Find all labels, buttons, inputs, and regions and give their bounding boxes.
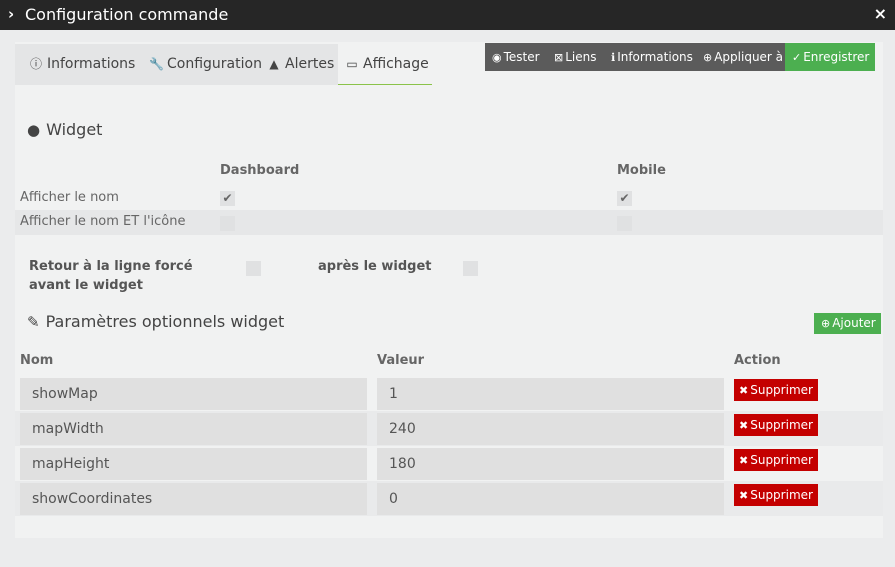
tab-label: Alertes <box>285 56 335 72</box>
check-circle-icon: ✓ <box>792 51 802 64</box>
param-row: showMap 1 ✖ Supprimer <box>15 376 883 411</box>
supprimer-button[interactable]: ✖ Supprimer <box>734 379 818 401</box>
liens-button[interactable]: ⊠ Liens <box>547 43 604 71</box>
linebreak-before-checkbox[interactable] <box>246 261 261 276</box>
wrench-icon: 🔧 <box>149 57 164 71</box>
plus-circle-icon: ⊕ <box>703 51 713 64</box>
param-row: showCoordinates 0 ✖ Supprimer <box>15 481 883 516</box>
times-icon: ✖ <box>739 419 749 432</box>
widget-row-afficher-nom: Afficher le nom ✔ ✔ <box>15 186 883 211</box>
widget-section-title: ● Widget <box>27 120 102 139</box>
tab-affichage[interactable]: ▭ Affichage <box>338 44 432 85</box>
linebreak-after-checkbox[interactable] <box>463 261 478 276</box>
param-name-input[interactable]: showMap <box>20 378 367 410</box>
desktop-icon: ▭ <box>346 57 358 71</box>
informations-label: Informations <box>617 50 693 64</box>
link-icon: ⊠ <box>554 51 564 64</box>
liens-label: Liens <box>565 50 597 64</box>
linebreak-after-label: après le widget <box>318 259 432 274</box>
param-row: mapWidth 240 ✖ Supprimer <box>15 411 883 446</box>
modal-title: Configuration commande <box>25 5 229 24</box>
tester-label: Tester <box>503 50 540 64</box>
supprimer-button[interactable]: ✖ Supprimer <box>734 414 818 436</box>
magic-icon: ✎ <box>27 313 40 331</box>
tab-configuration[interactable]: 🔧 Configuration <box>149 44 262 85</box>
widget-row-afficher-nom-icone: Afficher le nom ET l'icône <box>15 210 883 235</box>
mobile-checkbox[interactable]: ✔ <box>617 191 632 206</box>
close-icon[interactable]: × <box>874 4 887 23</box>
plus-circle-icon: ⊕ <box>821 317 831 330</box>
tab-label: Affichage <box>363 56 429 72</box>
col-mobile: Mobile <box>617 163 666 178</box>
dashboard-checkbox[interactable] <box>220 216 235 231</box>
warning-icon: ▲ <box>269 57 279 71</box>
tab-label: Informations <box>47 56 136 72</box>
info-circle-icon: ⓘ <box>29 57 42 71</box>
row-label: Afficher le nom ET l'icône <box>20 214 186 229</box>
param-value-input[interactable]: 180 <box>377 448 724 480</box>
times-icon: ✖ <box>739 454 749 467</box>
params-title: Paramètres optionnels widget <box>45 312 285 331</box>
times-icon: ✖ <box>739 489 749 502</box>
tab-alertes[interactable]: ▲ Alertes <box>267 44 334 85</box>
param-row: mapHeight 180 ✖ Supprimer <box>15 446 883 481</box>
appliquer-button[interactable]: ⊕ Appliquer à <box>696 43 785 71</box>
param-name-input[interactable]: showCoordinates <box>20 483 367 515</box>
enregistrer-label: Enregistrer <box>803 50 870 64</box>
modal-titlebar: › Configuration commande × <box>0 0 895 30</box>
supprimer-label: Supprimer <box>750 418 813 432</box>
mobile-checkbox[interactable] <box>617 216 632 231</box>
col-dashboard: Dashboard <box>220 163 300 178</box>
col-nom: Nom <box>20 353 54 368</box>
col-action: Action <box>734 353 781 368</box>
supprimer-button[interactable]: ✖ Supprimer <box>734 449 818 471</box>
times-icon: ✖ <box>739 384 749 397</box>
linebreak-before-label: Retour à la ligne forcé avant le widget <box>29 259 193 293</box>
chevron-right-icon: › <box>8 5 15 23</box>
supprimer-label: Supprimer <box>750 453 813 467</box>
tab-bar: ⓘ Informations 🔧 Configuration ▲ Alertes ▭ A… <box>15 44 432 85</box>
enregistrer-button[interactable]: ✓ Enregistrer <box>785 43 875 71</box>
supprimer-button[interactable]: ✖ Supprimer <box>734 484 818 506</box>
tab-label: Configuration <box>167 56 262 72</box>
ajouter-label: Ajouter <box>832 316 876 330</box>
supprimer-label: Supprimer <box>750 488 813 502</box>
param-value-input[interactable]: 240 <box>377 413 724 445</box>
row-label: Afficher le nom <box>20 190 119 205</box>
appliquer-label: Appliquer à <box>714 50 784 64</box>
col-valeur: Valeur <box>377 353 425 368</box>
param-value-input[interactable]: 0 <box>377 483 724 515</box>
params-section-title: ✎ Paramètres optionnels widget <box>27 312 284 331</box>
tester-button[interactable]: ◉ Tester <box>485 43 547 71</box>
param-value-input[interactable]: 1 <box>377 378 724 410</box>
tab-informations[interactable]: ⓘ Informations <box>29 44 135 85</box>
param-name-input[interactable]: mapHeight <box>20 448 367 480</box>
tint-icon: ● <box>27 121 41 139</box>
widget-title: Widget <box>46 120 103 139</box>
info-icon: ℹ <box>611 51 616 64</box>
param-name-input[interactable]: mapWidth <box>20 413 367 445</box>
ajouter-button[interactable]: ⊕ Ajouter <box>814 313 881 334</box>
supprimer-label: Supprimer <box>750 383 813 397</box>
rss-icon: ◉ <box>492 51 502 64</box>
informations-button[interactable]: ℹ Informations <box>604 43 696 71</box>
dashboard-checkbox[interactable]: ✔ <box>220 191 235 206</box>
